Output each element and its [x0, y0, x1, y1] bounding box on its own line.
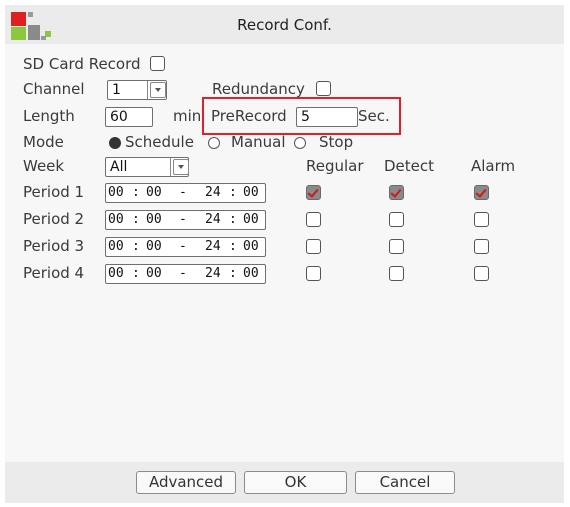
mode-manual-label: Manual — [231, 133, 286, 151]
period-label: Period 3 — [23, 237, 85, 255]
advanced-button[interactable]: Advanced — [136, 471, 236, 494]
window-title: Record Conf. — [237, 16, 332, 34]
time-colon: : — [229, 185, 237, 200]
time-colon: : — [132, 185, 140, 200]
time-dash: - — [179, 185, 187, 200]
mode-schedule-label: Schedule — [125, 133, 194, 151]
ok-button[interactable]: OK — [244, 471, 347, 494]
period-time-input[interactable]: 00:00-24:00 — [105, 237, 266, 257]
channel-label: Channel — [23, 80, 85, 98]
end-hour: 24 — [205, 185, 221, 200]
mode-schedule-radio[interactable] — [109, 137, 121, 149]
select-divider — [147, 81, 148, 99]
length-label: Length — [23, 107, 75, 125]
channel-select[interactable]: 1 — [107, 80, 167, 100]
select-divider — [170, 158, 171, 176]
prerecord-label: PreRecord — [211, 107, 287, 125]
mode-stop-label: Stop — [319, 133, 354, 151]
end-hour: 24 — [205, 266, 221, 281]
time-dash: - — [179, 266, 187, 281]
mode-manual-radio[interactable] — [208, 137, 220, 149]
footer-bar: Advanced OK Cancel — [5, 462, 564, 503]
period-alarm-checkbox[interactable] — [474, 239, 489, 254]
period-time-input[interactable]: 00:00-24:00 — [105, 183, 266, 203]
column-detect: Detect — [384, 157, 435, 175]
end-minute: 00 — [243, 185, 259, 200]
start-minute: 00 — [146, 266, 162, 281]
time-dash: - — [179, 212, 187, 227]
redundancy-label: Redundancy — [212, 80, 305, 98]
end-hour: 24 — [205, 239, 221, 254]
chevron-down-icon[interactable] — [173, 159, 189, 175]
start-minute: 00 — [146, 185, 162, 200]
end-minute: 00 — [243, 212, 259, 227]
length-input[interactable]: 60 — [105, 107, 153, 127]
mode-stop-radio[interactable] — [294, 137, 306, 149]
start-hour: 00 — [108, 185, 124, 200]
time-colon: : — [229, 266, 237, 281]
time-colon: : — [229, 239, 237, 254]
week-select[interactable]: All — [105, 157, 189, 177]
chevron-down-icon[interactable] — [150, 82, 166, 98]
start-hour: 00 — [108, 266, 124, 281]
title-bar: Record Conf. — [5, 5, 564, 44]
week-value: All — [110, 159, 128, 175]
cancel-button[interactable]: Cancel — [355, 471, 455, 494]
period-regular-checkbox[interactable] — [306, 239, 321, 254]
time-colon: : — [132, 212, 140, 227]
sd-card-record-checkbox[interactable] — [150, 56, 165, 71]
end-minute: 00 — [243, 239, 259, 254]
period-detect-checkbox[interactable] — [389, 185, 404, 200]
period-label: Period 1 — [23, 183, 85, 201]
time-dash: - — [179, 239, 187, 254]
period-time-input[interactable]: 00:00-24:00 — [105, 264, 266, 284]
period-time-input[interactable]: 00:00-24:00 — [105, 210, 266, 230]
time-colon: : — [132, 266, 140, 281]
end-minute: 00 — [243, 266, 259, 281]
time-colon: : — [229, 212, 237, 227]
start-minute: 00 — [146, 212, 162, 227]
period-alarm-checkbox[interactable] — [474, 212, 489, 227]
mode-label: Mode — [23, 133, 64, 151]
start-hour: 00 — [108, 239, 124, 254]
end-hour: 24 — [205, 212, 221, 227]
period-alarm-checkbox[interactable] — [474, 185, 489, 200]
time-colon: : — [132, 239, 140, 254]
start-hour: 00 — [108, 212, 124, 227]
record-conf-window: Record Conf. SD Card Record Channel 1 Re… — [5, 5, 564, 503]
prerecord-unit: Sec. — [358, 107, 390, 125]
period-regular-checkbox[interactable] — [306, 212, 321, 227]
period-regular-checkbox[interactable] — [306, 185, 321, 200]
period-regular-checkbox[interactable] — [306, 266, 321, 281]
period-alarm-checkbox[interactable] — [474, 266, 489, 281]
period-label: Period 2 — [23, 210, 85, 228]
length-unit: min — [173, 107, 202, 125]
period-detect-checkbox[interactable] — [389, 266, 404, 281]
start-minute: 00 — [146, 239, 162, 254]
period-label: Period 4 — [23, 264, 85, 282]
week-label: Week — [23, 157, 65, 175]
period-detect-checkbox[interactable] — [389, 239, 404, 254]
period-detect-checkbox[interactable] — [389, 212, 404, 227]
column-alarm: Alarm — [471, 157, 516, 175]
channel-value: 1 — [112, 82, 121, 98]
prerecord-input[interactable]: 5 — [296, 107, 358, 127]
redundancy-checkbox[interactable] — [316, 81, 331, 96]
sd-card-record-label: SD Card Record — [23, 55, 141, 73]
column-regular: Regular — [306, 157, 364, 175]
